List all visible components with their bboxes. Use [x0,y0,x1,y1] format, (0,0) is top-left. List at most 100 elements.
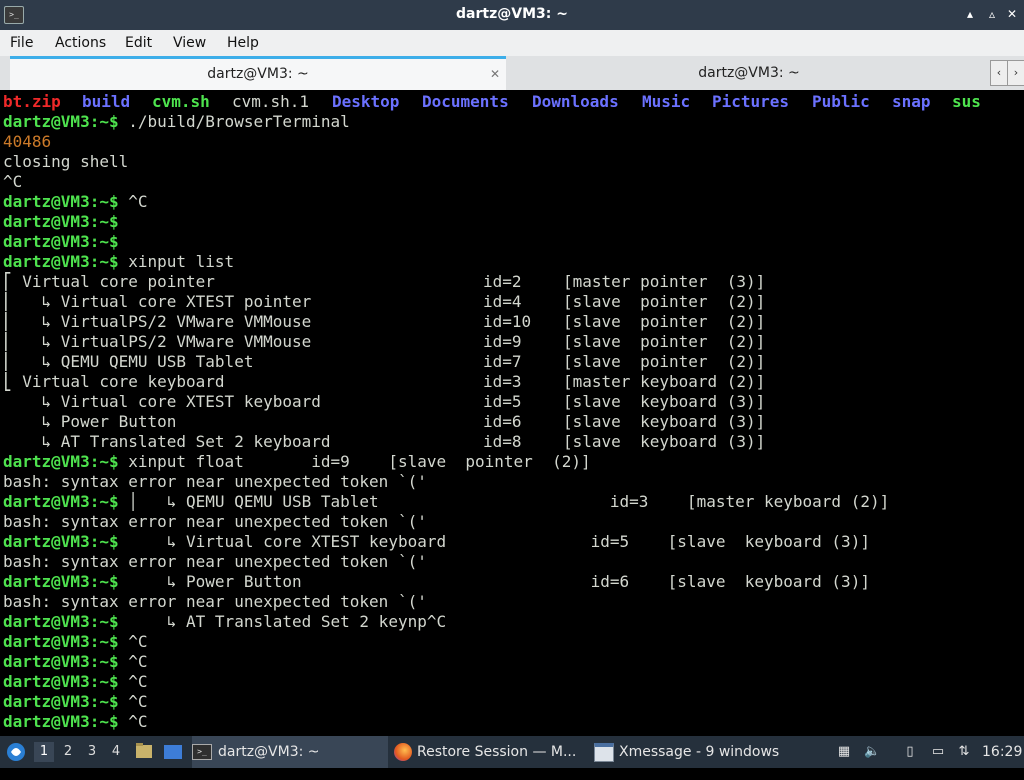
window-icon [594,742,614,762]
output-line: closing shell [3,152,128,172]
line-column: [slave pointer (2)] [563,312,766,331]
prompt-line: dartz@VM3:~$ ./build/BrowserTerminal [3,112,350,132]
line-column: id=5 [483,392,522,411]
ls-entry: cvm.sh [152,92,210,111]
task-firefox[interactable]: Restore Session — M... [394,736,590,768]
prompt-line: dartz@VM3:~$ ↳ Virtual core XTEST keyboa… [3,532,870,552]
tab-scroll-right-icon[interactable]: › [1007,60,1024,86]
prompt-line: dartz@VM3:~$ [3,232,119,252]
line-column: [slave pointer (2)] [563,292,766,311]
tab-terminal-1[interactable]: dartz@VM3: ~ ✕ [10,56,506,91]
menubar: File Actions Edit View Help [0,30,1024,56]
output-line: ⎣ Virtual core keyboard id=3 [master keyb… [3,372,765,392]
line-text: ^C [118,712,148,731]
menu-actions[interactable]: Actions [55,35,106,51]
task-terminal[interactable]: >_ dartz@VM3: ~ [192,736,388,768]
prompt-line: dartz@VM3:~$ ↳ Power Button id=6 [slave … [3,572,870,592]
prompt-line: dartz@VM3:~$ ^C [3,672,148,692]
ls-entry: Music [642,92,691,111]
ls-entry: Public [812,92,870,111]
terminal-output[interactable]: bt.zip build cvm.sh cvm.sh.1 Desktop Document… [0,90,1024,736]
task-label: Restore Session — M... [417,744,577,760]
minimize-button[interactable]: ▴ [962,6,978,22]
output-line: ↳ Power Button id=6 [slave keyboard (3)] [3,412,766,432]
line-text: xinput float id=9 [slave pointer (2)] [118,452,591,471]
prompt: dartz@VM3:~$ [3,252,119,271]
ls-entry: Documents [422,92,509,111]
file-manager-icon[interactable] [134,736,154,768]
prompt-line: dartz@VM3:~$ xinput list [3,252,234,272]
prompt-line: dartz@VM3:~$ xinput float id=9 [slave po… [3,452,591,472]
close-button[interactable]: ✕ [1004,6,1020,22]
line-text: closing shell [3,152,129,171]
output-line: ⎜ ↳ VirtualPS/2 VMware VMMouse id=9 [slav… [3,332,765,352]
prompt: dartz@VM3:~$ [3,632,119,651]
line-text: ⎜ ↳ QEMU QEMU USB Tablet [3,352,447,371]
app-menu-icon[interactable] [4,736,28,768]
tab-scroll-left-icon[interactable]: ‹ [990,60,1008,86]
tab-close-icon[interactable]: ✕ [490,59,500,89]
line-text: ⎜ ↳ VirtualPS/2 VMware VMMouse [3,332,447,351]
prompt: dartz@VM3:~$ [3,532,119,551]
line-text: bash: syntax error near unexpected token… [3,552,427,571]
line-text: bash: syntax error near unexpected token… [3,472,427,491]
line-column: [master pointer (3)] [563,272,766,291]
task-label: dartz@VM3: ~ [218,744,320,760]
task-xmessage[interactable]: Xmessage - 9 windows [594,736,824,768]
menu-edit[interactable]: Edit [125,35,152,51]
line-column: id=2 [483,272,522,291]
task-label: Xmessage - 9 windows [619,744,780,760]
volume-icon[interactable]: 🔈 [864,744,880,760]
menu-help[interactable]: Help [227,35,259,51]
output-line: bash: syntax error near unexpected token… [3,512,427,532]
workspace-1[interactable]: 1 [34,742,54,762]
line-text: bash: syntax error near unexpected token… [3,592,427,611]
workspace-2[interactable]: 2 [58,742,78,762]
prompt-line: dartz@VM3:~$ ^C [3,192,148,212]
window-titlebar[interactable]: >_ dartz@VM3: ~ ▴ ▵ ✕ [0,0,1024,30]
line-text: ^C [118,692,148,711]
update-icon[interactable]: ⇅ [956,744,972,760]
output-line: bash: syntax error near unexpected token… [3,592,427,612]
output-line: ⎜ ↳ VirtualPS/2 VMware VMMouse id=10 [sla… [3,312,765,332]
prompt: dartz@VM3:~$ [3,712,119,731]
line-column: [slave keyboard (3)] [563,432,766,451]
prompt-line: dartz@VM3:~$ [3,212,119,232]
ls-entry: build [82,92,131,111]
line-text: ↳ AT Translated Set 2 keyboard [3,432,447,451]
line-column: id=10 [483,312,532,331]
desktop-icon[interactable] [162,736,184,768]
taskbar: 1234 >_ dartz@VM3: ~ Restore Session — M.… [0,736,1024,768]
ls-entry: sus [952,92,981,111]
line-text: 40486 [3,132,52,151]
line-text: ^C [118,632,148,651]
ls-entry: snap [892,92,931,111]
keyboard-layout-icon[interactable]: ▦ [836,744,852,760]
prompt-line: dartz@VM3:~$ ^C [3,692,148,712]
output-line: bash: syntax error near unexpected token… [3,552,427,572]
prompt-line: dartz@VM3:~$ │ ↳ QEMU QEMU USB Tablet id… [3,492,889,512]
line-text: ↳ Power Button id=6 [slave keyboard (3)] [118,572,870,591]
clock[interactable]: 16:29 [982,736,1022,768]
line-text: │ ↳ QEMU QEMU USB Tablet id=3 [master ke… [118,492,890,511]
workspace-3[interactable]: 3 [82,742,102,762]
prompt: dartz@VM3:~$ [3,232,119,251]
ls-entry: bt.zip [3,92,61,111]
line-text: ↳ Virtual core XTEST keyboard [3,392,447,411]
output-line: ^C [3,172,22,192]
workspace-4[interactable]: 4 [106,742,126,762]
line-column: id=4 [483,292,522,311]
line-text: ↳ Virtual core XTEST keyboard id=5 [slav… [118,532,870,551]
tab-terminal-2[interactable]: dartz@VM3: ~ [510,58,988,88]
line-column: [slave pointer (2)] [563,352,766,371]
line-text: ^C [118,652,148,671]
line-text: bash: syntax error near unexpected token… [3,512,427,531]
network-icon[interactable]: ▭ [930,744,946,760]
menu-view[interactable]: View [173,35,206,51]
clipboard-icon[interactable]: ▯ [902,744,918,760]
maximize-button[interactable]: ▵ [984,6,1000,22]
line-text: ↳ AT Translated Set 2 keynp^C [118,612,447,631]
line-text: ⎣ Virtual core keyboard [3,372,408,391]
menu-file[interactable]: File [10,35,33,51]
prompt: dartz@VM3:~$ [3,652,119,671]
